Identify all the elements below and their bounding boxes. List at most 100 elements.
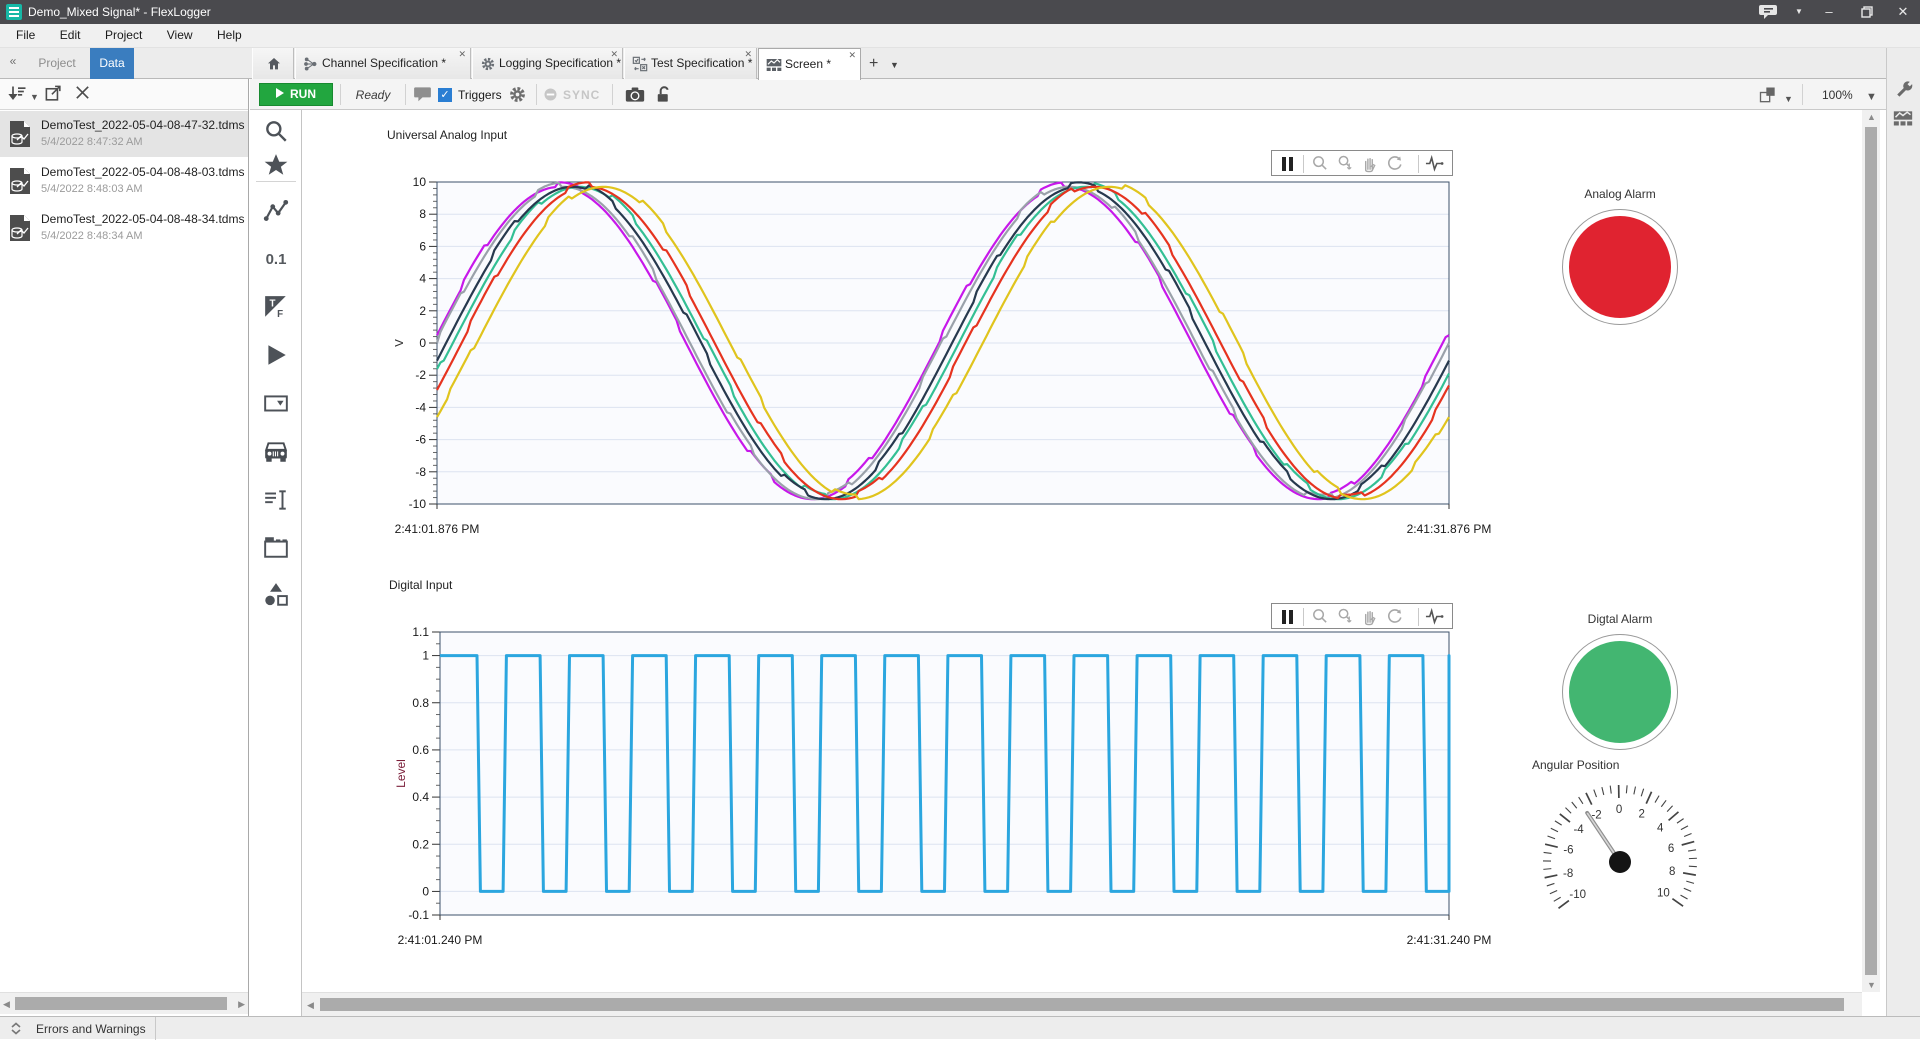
analog-alarm-label: Analog Alarm bbox=[1550, 187, 1690, 201]
scrollbar-thumb[interactable] bbox=[1865, 127, 1877, 975]
numeric-indicator-icon[interactable]: 0.1 bbox=[263, 247, 289, 273]
tdms-file-row[interactable]: DemoTest_2022-05-04-08-48-03.tdms5/4/202… bbox=[0, 158, 248, 204]
comment-icon[interactable] bbox=[413, 85, 433, 104]
vehicle-jeep-icon[interactable] bbox=[263, 439, 289, 465]
run-control-icon[interactable] bbox=[263, 342, 289, 368]
scroll-up-icon[interactable]: ▲ bbox=[1867, 112, 1876, 122]
zoom-level-label[interactable]: 100% bbox=[1822, 88, 1853, 102]
dropdown-control-icon[interactable] bbox=[263, 391, 289, 417]
svg-text:10: 10 bbox=[413, 175, 427, 189]
tdms-file-icon bbox=[9, 214, 31, 242]
search-palette-icon[interactable] bbox=[263, 118, 289, 144]
svg-text:0: 0 bbox=[419, 336, 426, 350]
tab-home[interactable] bbox=[252, 48, 294, 79]
menu-edit[interactable]: Edit bbox=[50, 24, 91, 42]
pause-icon[interactable] bbox=[1278, 154, 1298, 174]
expand-panel-icon[interactable] bbox=[10, 1022, 22, 1035]
zoom-tool-icon[interactable] bbox=[1310, 607, 1330, 627]
tab-channel-specification[interactable]: Channel Specification * ✕ bbox=[295, 48, 471, 79]
menu-file[interactable]: File bbox=[6, 24, 45, 42]
close-tab-icon[interactable]: ✕ bbox=[458, 49, 466, 60]
svg-text:-10: -10 bbox=[409, 497, 427, 511]
autoscale-signal-icon[interactable] bbox=[1425, 607, 1445, 627]
feedback-bubble-icon[interactable] bbox=[1752, 0, 1786, 24]
tab-project-files[interactable]: Project Files bbox=[26, 48, 88, 79]
errors-warnings-label[interactable]: Errors and Warnings bbox=[36, 1022, 146, 1036]
zoom-level-caret-icon[interactable]: ▼ bbox=[1866, 91, 1877, 103]
svg-text:2:41:31.240 PM: 2:41:31.240 PM bbox=[1407, 933, 1492, 947]
screenshot-camera-icon[interactable] bbox=[625, 85, 645, 104]
svg-text:0.6: 0.6 bbox=[412, 743, 429, 757]
lock-icon[interactable] bbox=[654, 85, 674, 104]
graph-item-icon[interactable] bbox=[263, 198, 289, 224]
digital-chart[interactable]: 1.110.80.60.40.20-0.1Level2:41:01.240 PM… bbox=[395, 618, 1500, 963]
menu-bar: File Edit Project View Help bbox=[0, 24, 1920, 48]
svg-text:2:41:31.876 PM: 2:41:31.876 PM bbox=[1407, 522, 1492, 536]
analog-chart[interactable]: 1086420-2-4-6-8-10V2:41:01.876 PM2:41:31… bbox=[395, 168, 1500, 553]
collapse-panel-button[interactable]: « bbox=[2, 54, 24, 74]
zoom-axis-icon[interactable] bbox=[1335, 607, 1355, 627]
text-entry-icon[interactable] bbox=[263, 487, 289, 513]
pan-hand-icon[interactable] bbox=[1360, 607, 1380, 627]
close-tab-icon[interactable]: ✕ bbox=[610, 49, 618, 60]
main-horizontal-scrollbar[interactable]: ◀ bbox=[302, 992, 1862, 1016]
menu-project[interactable]: Project bbox=[95, 24, 152, 42]
svg-text:V: V bbox=[395, 339, 406, 347]
delete-file-icon[interactable] bbox=[74, 84, 96, 106]
tdms-file-row[interactable]: DemoTest_2022-05-04-08-47-32.tdms5/4/202… bbox=[0, 111, 248, 157]
scroll-right-icon[interactable]: ▶ bbox=[238, 999, 245, 1010]
tdms-file-row[interactable]: DemoTest_2022-05-04-08-48-34.tdms5/4/202… bbox=[0, 205, 248, 251]
zoom-tool-icon[interactable] bbox=[1310, 154, 1330, 174]
restore-button[interactable] bbox=[1850, 0, 1884, 24]
tab-data[interactable]: Data bbox=[90, 48, 134, 79]
tab-label: Test Specification * bbox=[651, 56, 752, 70]
svg-text:2:41:01.876 PM: 2:41:01.876 PM bbox=[395, 522, 479, 536]
menu-view[interactable]: View bbox=[157, 24, 203, 42]
close-button[interactable]: ✕ bbox=[1886, 0, 1920, 24]
menu-help[interactable]: Help bbox=[207, 24, 252, 42]
tab-logging-specification[interactable]: Logging Specification * ✕ bbox=[472, 48, 623, 79]
svg-text:8: 8 bbox=[419, 207, 426, 221]
sort-files-caret-icon[interactable]: ▼ bbox=[30, 92, 39, 102]
main-vertical-scrollbar[interactable]: ▲ ▼ bbox=[1862, 110, 1880, 992]
container-group-icon[interactable] bbox=[263, 534, 289, 560]
chart-panel-icon[interactable] bbox=[1893, 108, 1915, 130]
autoscale-signal-icon[interactable] bbox=[1425, 154, 1445, 174]
left-panel-horizontal-scrollbar[interactable]: ◀ ▶ bbox=[0, 992, 248, 1014]
zoom-axis-icon[interactable] bbox=[1335, 154, 1355, 174]
svg-text:-2: -2 bbox=[415, 368, 426, 382]
svg-text:0.2: 0.2 bbox=[412, 837, 429, 851]
tab-screen[interactable]: Screen * ✕ bbox=[758, 48, 861, 80]
svg-text:0.4: 0.4 bbox=[412, 790, 429, 804]
close-tab-icon[interactable]: ✕ bbox=[848, 50, 856, 61]
scroll-left-icon[interactable]: ◀ bbox=[3, 999, 10, 1010]
sort-files-icon[interactable] bbox=[8, 84, 30, 106]
configuration-wrench-icon[interactable] bbox=[1893, 80, 1915, 102]
screens-layout-caret-icon[interactable]: ▼ bbox=[1784, 94, 1793, 104]
add-tab-button[interactable]: + bbox=[869, 55, 878, 73]
scroll-left-icon[interactable]: ◀ bbox=[307, 1000, 314, 1011]
open-external-icon[interactable] bbox=[44, 84, 66, 106]
right-tool-strip bbox=[1886, 48, 1920, 1016]
close-tab-icon[interactable]: ✕ bbox=[744, 49, 752, 60]
pause-icon[interactable] bbox=[1278, 607, 1298, 627]
triggers-gear-icon[interactable] bbox=[508, 85, 528, 104]
reset-zoom-icon[interactable] bbox=[1385, 154, 1405, 174]
feedback-caret-icon[interactable]: ▼ bbox=[1782, 0, 1816, 24]
scrollbar-thumb[interactable] bbox=[320, 998, 1844, 1011]
minimize-button[interactable]: – bbox=[1812, 0, 1846, 24]
reset-zoom-icon[interactable] bbox=[1385, 607, 1405, 627]
data-panel: ▼ DemoTest_2022-05-04-08-47-32.tdms5/4/2… bbox=[0, 79, 249, 1016]
triggers-checkbox[interactable]: ✓ bbox=[438, 88, 452, 102]
favorites-star-icon[interactable] bbox=[263, 152, 289, 178]
boolean-tf-icon[interactable]: TF bbox=[263, 294, 289, 320]
svg-text:0: 0 bbox=[1616, 804, 1622, 816]
add-tab-caret-icon[interactable]: ▼ bbox=[890, 60, 899, 70]
scrollbar-thumb[interactable] bbox=[15, 997, 227, 1010]
scroll-down-icon[interactable]: ▼ bbox=[1867, 980, 1876, 990]
pan-hand-icon[interactable] bbox=[1360, 154, 1380, 174]
tab-test-specification[interactable]: Test Specification * ✕ bbox=[624, 48, 757, 79]
screens-layout-icon[interactable] bbox=[1758, 85, 1778, 104]
shapes-icon[interactable] bbox=[263, 582, 289, 608]
run-button[interactable]: RUN bbox=[259, 83, 333, 106]
